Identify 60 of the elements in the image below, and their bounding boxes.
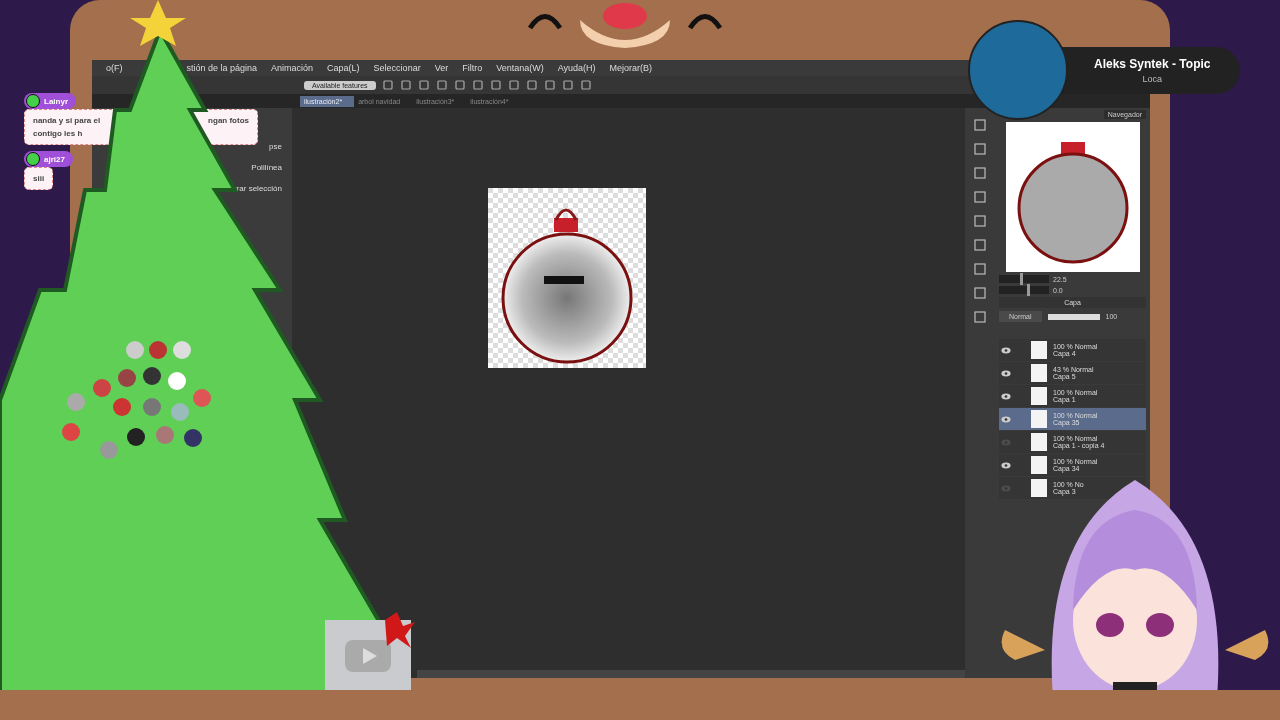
menu-item[interactable]: Seleccionar — [373, 63, 421, 73]
toolbar-icon[interactable] — [489, 79, 502, 91]
avatar-badge-icon — [26, 94, 40, 108]
menu-item[interactable]: Animación — [271, 63, 314, 73]
eye-icon[interactable] — [1001, 346, 1011, 354]
horizontal-scrollbar[interactable] — [417, 670, 965, 678]
menu-item[interactable]: Capa(L) — [327, 63, 360, 73]
panel-icon[interactable] — [973, 166, 987, 180]
panel-icon[interactable] — [973, 310, 987, 324]
chat-text: ngan fotos — [208, 115, 249, 127]
menu-item[interactable]: Ayuda(H) — [557, 63, 596, 73]
menu-item[interactable]: Ver — [434, 63, 449, 73]
menu-item[interactable]: Ventana(W) — [496, 63, 544, 73]
panel-icon[interactable] — [973, 238, 987, 252]
panel-icon[interactable] — [973, 190, 987, 204]
layer-thumbnail — [1031, 479, 1047, 497]
layer-thumbnail — [1031, 387, 1047, 405]
toolbar-icon[interactable] — [471, 79, 484, 91]
tool-option[interactable]: pse — [269, 142, 282, 151]
chat-text: nanda y si para el — [33, 115, 101, 127]
layer-thumbnail — [1031, 410, 1047, 428]
menu-item[interactable]: Mejorar(B) — [609, 63, 653, 73]
eye-icon[interactable] — [1001, 369, 1011, 377]
navigator-slider[interactable] — [999, 275, 1049, 283]
toolbar-icon[interactable] — [381, 79, 394, 91]
eye-icon[interactable] — [1001, 392, 1011, 400]
panel-icon[interactable] — [973, 118, 987, 132]
menu-item[interactable]: stión de la página — [186, 63, 258, 73]
chat-username: ajri27 — [24, 151, 73, 167]
toolbar-icon[interactable] — [543, 79, 556, 91]
avatar-badge-icon — [26, 152, 40, 166]
toolbar-icon[interactable] — [453, 79, 466, 91]
tool-option[interactable]: rrar selección — [234, 184, 282, 193]
panel-icon[interactable] — [973, 214, 987, 228]
toolbar-icon[interactable] — [579, 79, 592, 91]
layer-thumbnail — [1031, 456, 1047, 474]
track-artist: Aleks Syntek - Topic — [1094, 56, 1211, 71]
track-title: Loca — [1142, 73, 1162, 84]
panel-icon[interactable] — [973, 286, 987, 300]
panel-icon[interactable] — [973, 142, 987, 156]
toolbar-icon[interactable] — [507, 79, 520, 91]
panel-icon[interactable] — [973, 262, 987, 276]
toolbar-icon[interactable] — [435, 79, 448, 91]
layer-thumbnail — [1031, 341, 1047, 359]
toolbar-icon[interactable] — [525, 79, 538, 91]
menu-item[interactable]: o(F) — [106, 63, 123, 73]
layer-thumbnail — [1031, 433, 1047, 451]
toolbar-icon[interactable] — [561, 79, 574, 91]
chat-text: siii — [33, 173, 45, 185]
chat-text: contigo les h — [33, 128, 84, 140]
layer-thumbnail — [1031, 364, 1047, 382]
toolbar-icon[interactable] — [399, 79, 412, 91]
opacity-slider[interactable] — [1047, 313, 1100, 320]
navigator-slider[interactable] — [999, 286, 1049, 294]
menu-item[interactable]: Filtro — [462, 63, 483, 73]
eye-icon[interactable] — [1001, 415, 1011, 423]
tool-option[interactable]: Polilínea — [251, 163, 282, 172]
eye-icon[interactable] — [1001, 461, 1011, 469]
chat-username: Lainyr — [24, 93, 76, 109]
toolbar-icon[interactable] — [417, 79, 430, 91]
